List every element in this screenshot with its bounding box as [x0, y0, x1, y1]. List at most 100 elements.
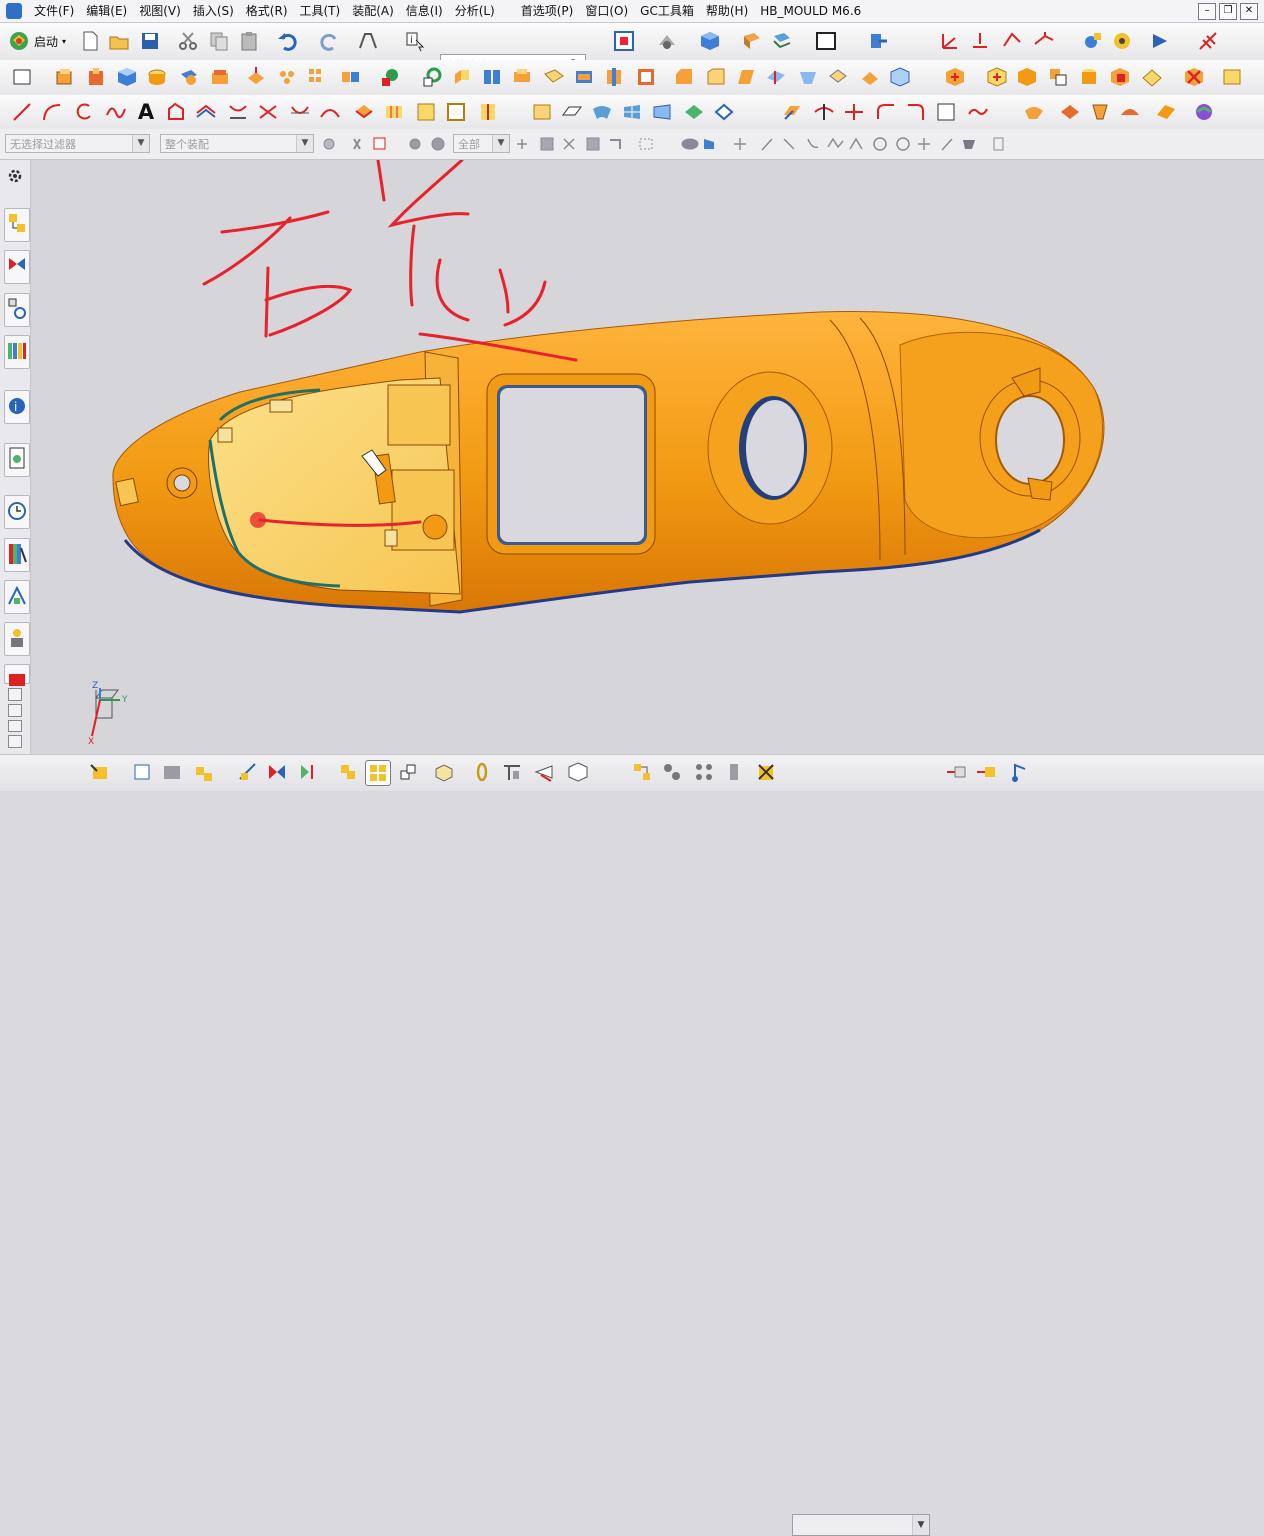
delete-button[interactable] [1182, 65, 1206, 89]
menu-file[interactable]: 文件(F) [28, 0, 80, 22]
menu-help[interactable]: 帮助(H) [700, 0, 754, 22]
type-filter-dropdown[interactable]: 无选择过滤器 ▼ [5, 134, 150, 153]
workpiece-button[interactable] [1015, 65, 1039, 89]
save-button[interactable] [138, 29, 162, 53]
draft-button[interactable] [734, 65, 758, 89]
delete-constraint-button[interactable] [754, 760, 778, 784]
menu-assembly[interactable]: 装配(A) [346, 0, 400, 22]
system-scenes-tab[interactable] [4, 664, 30, 686]
assembly-navigator-tab[interactable] [4, 208, 30, 242]
new-component-button[interactable] [130, 760, 154, 784]
part-navigator-tab[interactable] [4, 293, 30, 327]
edge-blend-button[interactable] [672, 65, 696, 89]
wave-geometry-linker-button[interactable] [396, 760, 420, 784]
history-tab[interactable] [4, 443, 30, 477]
reflection-analysis-button[interactable] [1058, 100, 1082, 124]
swept-button[interactable] [590, 100, 614, 124]
trim-curve-button[interactable] [812, 100, 836, 124]
mirror-assembly-button[interactable] [192, 760, 216, 784]
reference-set-button[interactable] [336, 760, 360, 784]
internet-explorer-tab[interactable]: i [4, 390, 30, 424]
menu-gc-toolkit[interactable]: GC工具箱 [634, 0, 700, 22]
clip-block-top[interactable] [387, 384, 451, 446]
gear-icon[interactable] [7, 168, 23, 184]
add-component-button[interactable] [88, 760, 112, 784]
move-component-button[interactable] [236, 760, 260, 784]
fit-view-button[interactable] [612, 29, 636, 53]
isoparametric-curve-button[interactable] [382, 100, 406, 124]
close-button[interactable]: ✕ [1240, 3, 1258, 20]
process-studio-tab[interactable] [4, 580, 30, 614]
pad-button[interactable] [510, 65, 534, 89]
cavity-layout-button[interactable] [1046, 65, 1070, 89]
copy-button[interactable] [207, 29, 231, 53]
redo-button[interactable] [318, 29, 342, 53]
sphere-button[interactable] [378, 65, 402, 89]
face-curve-button[interactable] [414, 100, 438, 124]
join-curve-button[interactable] [476, 100, 500, 124]
cylinder-part-button[interactable] [1077, 65, 1101, 89]
trim-body-button[interactable] [764, 65, 788, 89]
surface-analysis-button[interactable] [1022, 100, 1046, 124]
slot-button[interactable] [572, 65, 596, 89]
motion-button[interactable] [1008, 760, 1032, 784]
component-family-button[interactable] [660, 760, 684, 784]
part-model-view[interactable]: Z Y X [31, 160, 1264, 754]
face-blend-button[interactable] [712, 100, 736, 124]
circle-arc-button[interactable] [72, 100, 96, 124]
scroll-handle[interactable] [8, 688, 22, 701]
studio-spline-button[interactable] [104, 100, 128, 124]
open-button[interactable] [107, 29, 131, 53]
play-animation-button[interactable] [1148, 29, 1172, 53]
pocket-button[interactable] [480, 65, 504, 89]
revolve-button[interactable] [84, 65, 108, 89]
offset-surface-button[interactable] [780, 100, 804, 124]
measure-button[interactable] [1081, 29, 1105, 53]
roles-tab[interactable] [4, 622, 30, 656]
layer-view-button[interactable] [770, 29, 794, 53]
component-pattern-button[interactable] [160, 760, 184, 784]
scroll-up-arrow[interactable] [8, 703, 22, 717]
menu-analysis[interactable]: 分析(L) [449, 0, 501, 22]
curvature-analysis-button[interactable] [1118, 100, 1142, 124]
menu-tools[interactable]: 工具(T) [294, 0, 347, 22]
assembly-cut-button[interactable] [566, 760, 590, 784]
menu-preferences[interactable]: 首选项(P) [515, 0, 580, 22]
wcs-triad[interactable]: Z Y X [88, 681, 128, 747]
parting-button[interactable] [1140, 65, 1164, 89]
through-curve-mesh-button[interactable] [620, 100, 644, 124]
clearance-analysis-button[interactable] [500, 760, 524, 784]
block-button[interactable] [115, 65, 139, 89]
ruled-surface-button[interactable] [560, 100, 584, 124]
menu-insert[interactable]: 插入(S) [187, 0, 240, 22]
silhouette-curve-button[interactable] [444, 100, 468, 124]
clock-history-tab[interactable] [4, 495, 30, 529]
edit-curve-button[interactable] [874, 100, 898, 124]
array-button[interactable] [306, 65, 330, 89]
extract-curve-button[interactable] [352, 100, 376, 124]
constraint-navigator-tab[interactable] [4, 250, 30, 284]
exploded-views-button[interactable] [365, 760, 391, 786]
arc-button[interactable] [40, 100, 64, 124]
groove-button[interactable] [542, 65, 566, 89]
orient-view-button[interactable] [655, 29, 679, 53]
snap-point-icons[interactable] [320, 135, 1020, 153]
chamfer-button[interactable] [704, 65, 728, 89]
mold-csys-button[interactable] [985, 65, 1009, 89]
nx-app-icon[interactable] [6, 3, 22, 19]
restore-button[interactable]: ❐ [1219, 3, 1237, 20]
menu-window[interactable]: 窗口(O) [579, 0, 634, 22]
thicken-button[interactable] [858, 65, 882, 89]
selection-scope-dropdown[interactable]: 整个装配 ▼ [160, 134, 314, 153]
boss-button[interactable] [450, 65, 474, 89]
text-button[interactable]: A [134, 100, 158, 124]
rectangular-window[interactable] [500, 388, 644, 542]
bounded-plane-button[interactable] [682, 100, 706, 124]
offset-face-button[interactable] [244, 65, 268, 89]
background-color-button[interactable] [814, 29, 838, 53]
sequence-button[interactable] [432, 760, 456, 784]
clip-block-bottom[interactable] [391, 469, 455, 551]
locating-pin[interactable] [422, 514, 448, 540]
pattern-button[interactable] [276, 65, 300, 89]
sketch-button[interactable] [356, 29, 380, 53]
